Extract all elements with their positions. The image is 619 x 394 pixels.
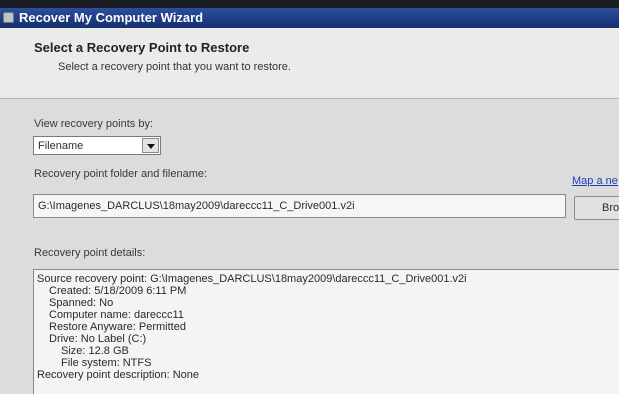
browse-button-label: Bro — [602, 202, 619, 214]
details-line-file-system: File system: NTFS — [61, 357, 152, 369]
view-by-selected: Filename — [38, 140, 84, 152]
wizard-header: Select a Recovery Point to Restore Selec… — [0, 28, 619, 99]
view-by-dropdown[interactable]: Filename — [33, 136, 161, 155]
details-label: Recovery point details: — [34, 247, 146, 259]
details-line-computer-name: Computer name: dareccc11 — [49, 309, 184, 321]
page-subtitle: Select a recovery point that you want to… — [58, 61, 291, 73]
details-line-created: Created: 5/18/2009 6:11 PM — [49, 285, 187, 297]
view-by-label: View recovery points by: — [34, 118, 154, 130]
browse-button[interactable]: Bro — [574, 196, 619, 220]
recovery-point-details-box[interactable]: Source recovery point: G:\Imagenes_DARCL… — [33, 269, 619, 394]
details-line-restore-anyware: Restore Anyware: Permitted — [49, 321, 186, 333]
app-icon — [3, 12, 14, 23]
details-line-size: Size: 12.8 GB — [61, 345, 129, 357]
page-title: Select a Recovery Point to Restore — [34, 40, 250, 55]
details-line-source: Source recovery point: G:\Imagenes_DARCL… — [37, 273, 467, 285]
wizard-window: Recover My Computer Wizard Select a Reco… — [0, 8, 619, 394]
details-line-description: Recovery point description: None — [37, 369, 200, 381]
chevron-down-icon[interactable] — [142, 138, 159, 153]
map-network-drive-link[interactable]: Map a ne — [572, 175, 618, 187]
recovery-point-path-value: G:\Imagenes_DARCLUS\18may2009\dareccc11_… — [38, 200, 355, 212]
folder-label: Recovery point folder and filename: — [34, 168, 208, 180]
details-line-drive: Drive: No Label (C:) — [49, 333, 147, 345]
details-line-spanned: Spanned: No — [49, 297, 114, 309]
title-bar[interactable]: Recover My Computer Wizard — [0, 8, 619, 28]
window-title: Recover My Computer Wizard — [19, 10, 204, 25]
recovery-point-path-field[interactable]: G:\Imagenes_DARCLUS\18may2009\dareccc11_… — [33, 194, 566, 218]
